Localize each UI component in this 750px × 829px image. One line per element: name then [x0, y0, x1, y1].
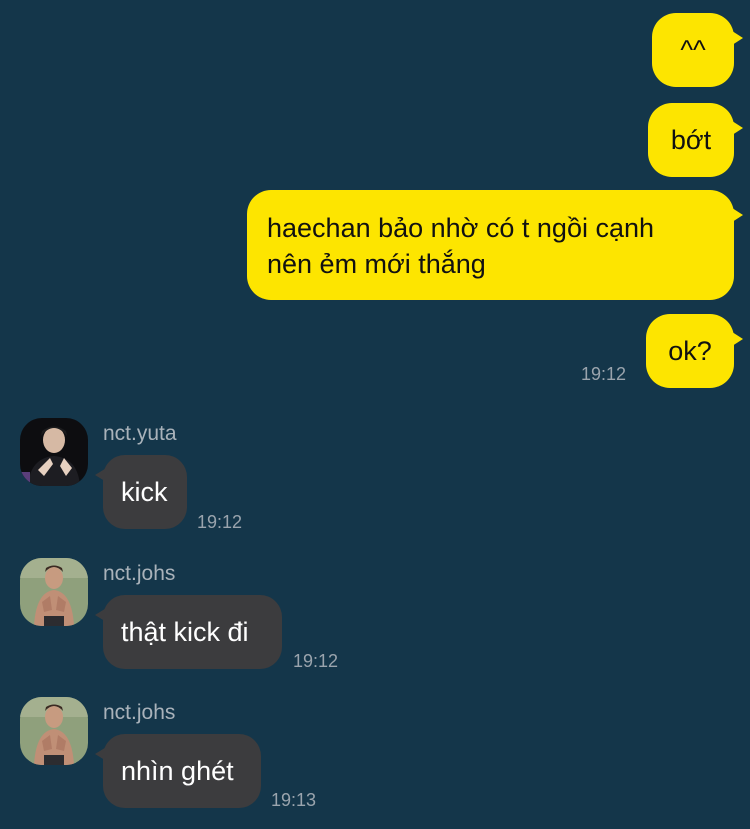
incoming-message-bubble[interactable]: nhìn ghét	[95, 734, 261, 808]
message-text: ^^	[680, 35, 706, 65]
outgoing-message-bubble[interactable]: ^^	[652, 13, 743, 87]
bubble-tail	[729, 29, 743, 47]
outgoing-message-bubble[interactable]: ok?	[646, 314, 743, 388]
bubble-tail	[95, 467, 108, 483]
bubble-tail	[729, 206, 743, 224]
message-text-line-1: haechan bảo nhờ có t ngồi cạnh	[267, 213, 655, 243]
message-timestamp: 19:12	[293, 651, 339, 671]
user-avatar[interactable]	[20, 558, 88, 626]
avatar-photo-icon	[20, 558, 88, 626]
outgoing-message-bubble[interactable]: bớt	[648, 103, 743, 177]
message-timestamp: 19:12	[197, 512, 243, 532]
avatar-photo-icon	[20, 697, 88, 765]
avatar-photo-icon	[20, 418, 88, 486]
chat-thread[interactable]: ^^ bớt haechan bảo nhờ có t ngồi cạnh nê…	[0, 0, 750, 829]
sender-name: nct.johs	[103, 562, 176, 585]
message-text: nhìn ghét	[121, 756, 234, 786]
message-text: ok?	[668, 336, 712, 366]
message-timestamp: 19:12	[581, 364, 627, 384]
user-avatar[interactable]	[20, 418, 88, 486]
incoming-message-bubble[interactable]: thật kick đi	[95, 595, 282, 669]
outgoing-message-bubble[interactable]: haechan bảo nhờ có t ngồi cạnh nên ẻm mớ…	[247, 190, 743, 300]
bubble-tail	[729, 330, 743, 348]
bubble-tail	[729, 119, 743, 137]
incoming-message-bubble[interactable]: kick	[95, 455, 187, 529]
bubble-tail	[95, 607, 108, 623]
sender-name: nct.yuta	[103, 422, 177, 445]
message-text-line-2: nên ẻm mới thắng	[267, 249, 486, 279]
message-text: thật kick đi	[121, 617, 249, 647]
bubble-tail	[95, 746, 108, 762]
message-text: bớt	[670, 125, 712, 155]
sender-name: nct.johs	[103, 701, 176, 724]
message-text: kick	[121, 477, 168, 507]
user-avatar[interactable]	[20, 697, 88, 765]
message-timestamp: 19:13	[271, 790, 317, 810]
